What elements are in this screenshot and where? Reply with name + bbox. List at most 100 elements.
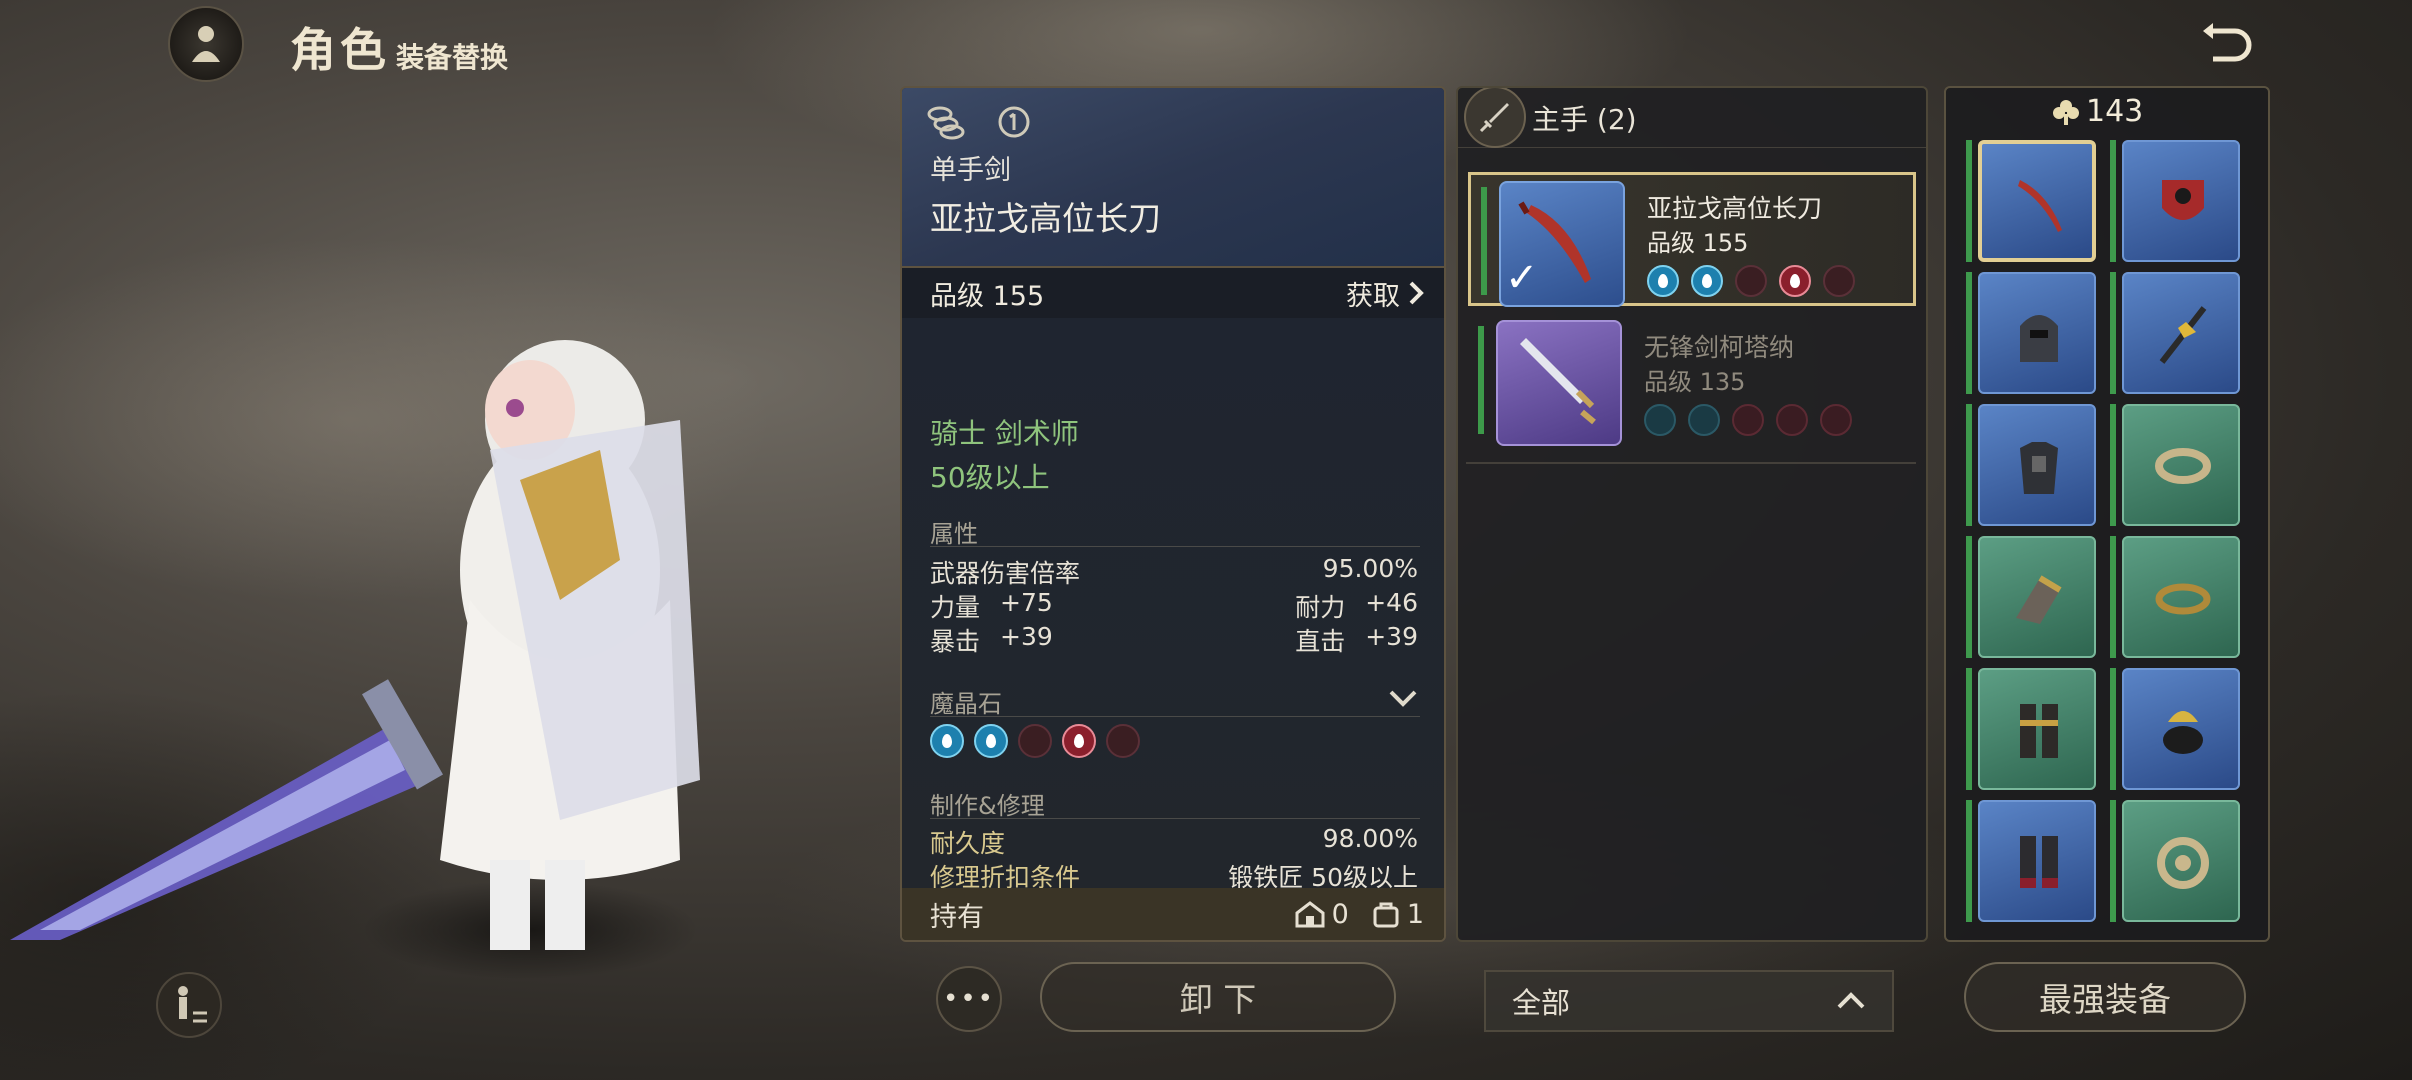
slot-main-hand[interactable] <box>1978 140 2096 262</box>
list-item[interactable]: ✓ 亚拉戈高位长刀 品级 155 <box>1468 172 1916 307</box>
sword-icon <box>1464 88 1526 148</box>
materia-empty-slot <box>1732 404 1764 436</box>
acquire-label: 获取 <box>1346 280 1400 312</box>
slot-necklace[interactable] <box>2122 404 2240 526</box>
slot-ring-2[interactable] <box>2122 800 2240 922</box>
damage-label: 武器伤害倍率 <box>930 559 1081 588</box>
damage-row: 武器伤害倍率 95.00% <box>930 554 1418 590</box>
level-requirement: 50级以上 <box>930 461 1050 494</box>
stat-row-2: 暴击 +39 直击 +39 <box>930 622 1418 658</box>
slot-bracelet[interactable] <box>2122 536 2240 658</box>
materia-empty-slot <box>1018 724 1052 758</box>
slot-legs[interactable] <box>1978 668 2096 790</box>
durability-label: 耐久度 <box>930 829 1006 858</box>
slot-bar <box>1966 404 1972 526</box>
dh-label: 直击 <box>1295 627 1346 656</box>
materia-blue-icon <box>1647 265 1679 297</box>
slot-bar <box>2110 404 2116 526</box>
str-label: 力量 <box>930 593 981 622</box>
acquire-button[interactable]: 获取 <box>1346 274 1424 313</box>
damage-value: 95.00% <box>1322 554 1418 583</box>
item-detail-header: 单手剑 亚拉戈高位长刀 <box>902 88 1444 268</box>
gold-spear-icon <box>2159 306 2207 364</box>
vit-value: +46 <box>1365 588 1418 617</box>
job-requirement: 骑士 剑术师 <box>930 417 1079 450</box>
necklace-icon <box>2155 448 2211 484</box>
best-equipment-button[interactable]: 最强装备 <box>1964 962 2246 1032</box>
owned-bag-count: 1 <box>1406 898 1424 930</box>
owned-label: 持有 <box>930 901 984 933</box>
more-options-button[interactable]: ••• <box>936 966 1002 1032</box>
page-title: 角色 <box>290 23 390 77</box>
materia-blue-icon <box>1691 265 1723 297</box>
slot-bar <box>1966 140 1972 262</box>
gauntlet-icon <box>2016 575 2062 624</box>
chevron-right-icon <box>1409 281 1424 305</box>
coins-icon <box>927 106 965 140</box>
slot-bar <box>1966 668 1972 790</box>
bracelet-icon <box>2155 583 2211 615</box>
slot-hands[interactable] <box>1978 536 2096 658</box>
person-swap-icon <box>178 986 207 1023</box>
materia-empty-slot <box>1776 404 1808 436</box>
character-emblem-icon[interactable] <box>168 6 244 82</box>
silver-sword-icon <box>1520 338 1596 425</box>
durability-value: 98.00% <box>1322 824 1418 853</box>
red-shield-icon <box>2162 180 2204 220</box>
materia-title: 魔晶石 <box>930 690 1002 718</box>
slot-bar <box>2110 800 2116 922</box>
filter-dropdown[interactable]: 全部 <box>1484 970 1894 1032</box>
str-value: +75 <box>1000 588 1053 617</box>
slot-off-hand[interactable] <box>2122 140 2240 262</box>
swap-view-button[interactable] <box>156 972 222 1038</box>
repair-value: 锻铁匠 50级以上 <box>1228 863 1418 888</box>
slot-bar <box>1966 800 1972 922</box>
page-subtitle: 装备替换 <box>396 41 509 74</box>
helmet-icon <box>2020 315 2058 362</box>
item-grade: 品级 155 <box>930 280 1045 312</box>
equipment-list-panel: 主手 (2) ✓ 亚拉戈高位长刀 品级 155 无锋剑柯塔纳 品级 135 <box>1456 86 1928 942</box>
item-detail-body[interactable]: 骑士 剑术师 50级以上 属性 武器伤害倍率 95.00% 力量 +75 耐力 +4… <box>902 318 1444 888</box>
item-grade: 品级 135 <box>1644 368 1746 396</box>
ring-icon <box>2157 837 2209 889</box>
unique-item-icon <box>998 106 1030 138</box>
durability-row: 耐久度 98.00% <box>930 824 1418 860</box>
slot-earring[interactable] <box>2122 272 2240 394</box>
slot-bar <box>2110 140 2116 262</box>
gold-ring-icon <box>2163 711 2203 754</box>
slot-bar <box>2110 536 2116 658</box>
house-icon <box>1295 901 1325 928</box>
materia-empty-slot <box>1688 404 1720 436</box>
weapon-type: 单手剑 <box>930 155 1011 186</box>
slot-ring-1[interactable] <box>2122 668 2240 790</box>
chevron-up-icon <box>1837 992 1865 1009</box>
red-blade-icon <box>2018 180 2062 232</box>
slot-bar <box>2110 272 2116 394</box>
owned-house-count: 0 <box>1331 898 1349 930</box>
materia-empty-slot <box>1106 724 1140 758</box>
clover-icon <box>2053 99 2079 125</box>
slot-feet[interactable] <box>1978 800 2096 922</box>
materia-empty-slot <box>1823 265 1855 297</box>
bag-icon <box>1373 902 1399 928</box>
materia-empty-slot <box>1735 265 1767 297</box>
item-name: 亚拉戈高位长刀 <box>1647 194 1823 223</box>
materia-blue-icon <box>974 724 1008 758</box>
item-name: 无锋剑柯塔纳 <box>1644 333 1795 362</box>
slot-head[interactable] <box>1978 272 2096 394</box>
stat-row-1: 力量 +75 耐力 +46 <box>930 588 1418 624</box>
materia-empty-slot <box>1644 404 1676 436</box>
item-bar <box>1478 326 1484 434</box>
boots-icon <box>2020 836 2058 888</box>
filter-value: 全部 <box>1512 986 1571 1020</box>
item-level-average: 143 <box>2052 94 2143 129</box>
chevron-down-icon[interactable] <box>1388 688 1418 708</box>
attributes-title: 属性 <box>930 520 978 548</box>
slot-body[interactable] <box>1978 404 2096 526</box>
list-item[interactable]: 无锋剑柯塔纳 品级 135 <box>1468 314 1916 448</box>
materia-red-icon <box>1779 265 1811 297</box>
character-model[interactable] <box>0 300 700 980</box>
unequip-button[interactable]: 卸 下 <box>1040 962 1396 1032</box>
grade-bar: 品级 155 获取 <box>902 268 1444 318</box>
back-button[interactable] <box>2196 14 2256 74</box>
